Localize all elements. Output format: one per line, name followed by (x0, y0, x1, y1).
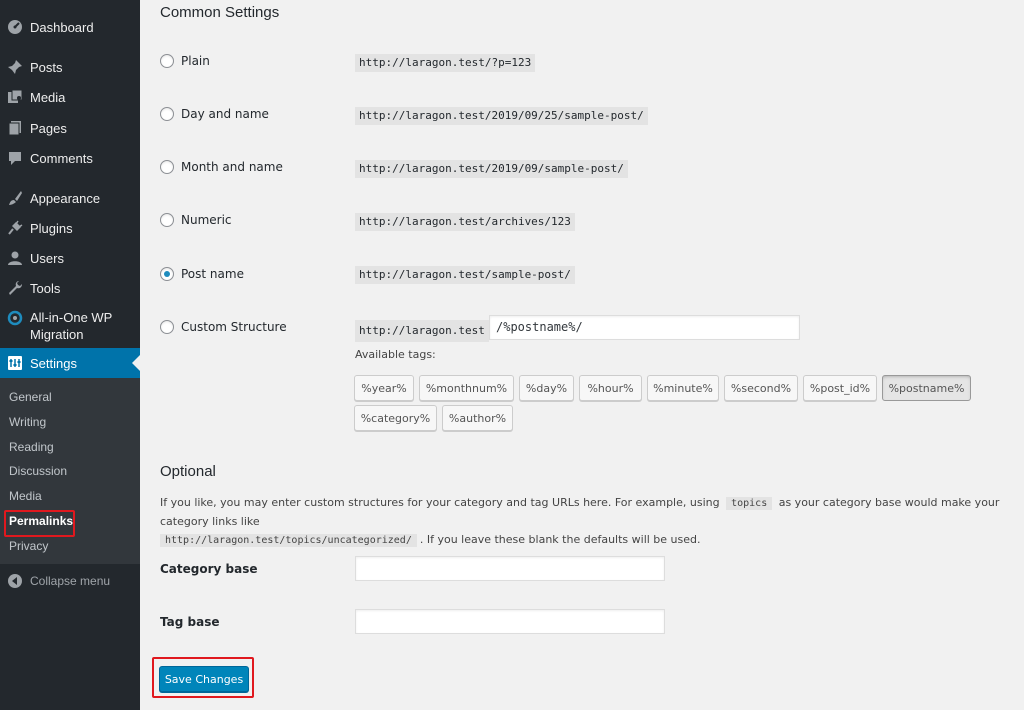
tag-button-hour[interactable]: %hour% (579, 375, 642, 401)
menu-item-pages[interactable]: Pages (0, 118, 140, 138)
desc-text-1: If you like, you may enter custom struct… (160, 496, 720, 509)
common-settings-heading: Common Settings (160, 4, 280, 21)
menu-item-tools[interactable]: Tools (0, 278, 140, 298)
tag-button-monthnum[interactable]: %monthnum% (419, 375, 514, 401)
menu-label: Users (30, 250, 64, 266)
tag-button-second[interactable]: %second% (724, 375, 798, 401)
comment-icon (6, 149, 24, 167)
permalinks-highlight-box (4, 510, 75, 537)
option-label-post-name[interactable]: Post name (181, 267, 244, 281)
collapse-menu-label: Collapse menu (30, 573, 111, 588)
category-base-label: Category base (160, 562, 258, 576)
option-label-custom-structure[interactable]: Custom Structure (181, 320, 287, 334)
menu-label: Settings (30, 355, 77, 371)
menu-label: Plugins (30, 220, 73, 236)
url-example-day-and-name: http://laragon.test/2019/09/25/sample-po… (355, 107, 648, 125)
menu-label: Pages (30, 120, 67, 136)
submenu-item-privacy[interactable]: Privacy (9, 539, 48, 553)
radio-post-name[interactable] (160, 267, 174, 281)
option-label-plain[interactable]: Plain (181, 54, 210, 68)
menu-label: Dashboard (30, 19, 94, 35)
radio-custom-structure[interactable] (160, 320, 174, 334)
save-changes-button[interactable]: Save Changes (159, 666, 249, 692)
migration-icon (6, 309, 24, 327)
menu-item-media[interactable]: Media (0, 87, 140, 107)
menu-item-dashboard[interactable]: Dashboard (0, 17, 140, 37)
tag-button-year[interactable]: %year% (354, 375, 414, 401)
settings-icon (6, 354, 24, 372)
option-label-numeric[interactable]: Numeric (181, 213, 232, 227)
collapse-icon (6, 572, 24, 590)
paintbrush-icon (6, 189, 24, 207)
tag-button-minute[interactable]: %minute% (647, 375, 719, 401)
user-icon (6, 249, 24, 267)
radio-day-and-name[interactable] (160, 107, 174, 121)
plugin-icon (6, 219, 24, 237)
menu-item-appearance[interactable]: Appearance (0, 188, 140, 208)
menu-label-line2: Migration (30, 327, 84, 342)
optional-description: If you like, you may enter custom struct… (160, 494, 1020, 550)
optional-heading: Optional (160, 463, 216, 480)
custom-structure-input[interactable]: /%postname%/ (489, 315, 800, 340)
admin-sidebar: Dashboard Posts Media Pages Comments App… (0, 0, 140, 710)
tag-button-author[interactable]: %author% (442, 405, 513, 431)
menu-label: Appearance (30, 190, 101, 206)
category-base-input[interactable] (355, 556, 665, 581)
menu-label: All-in-One WP (30, 310, 113, 325)
menu-item-settings[interactable]: Settings (0, 348, 140, 378)
menu-label: Comments (30, 150, 93, 166)
desc-text-3: . If you leave these blank the defaults … (419, 533, 701, 546)
dashboard-icon (6, 18, 24, 36)
tag-button-postname[interactable]: %postname% (882, 375, 971, 401)
menu-label: Media (30, 89, 66, 105)
option-label-month-and-name[interactable]: Month and name (181, 160, 283, 174)
menu-item-all-in-one-wp-migration[interactable]: All-in-One WP Migration (0, 308, 140, 342)
submenu-item-reading[interactable]: Reading (9, 440, 54, 454)
submenu-item-discussion[interactable]: Discussion (9, 464, 67, 478)
page-icon (6, 119, 24, 137)
tag-button-post-id[interactable]: %post_id% (803, 375, 877, 401)
url-example-numeric: http://laragon.test/archives/123 (355, 213, 575, 231)
submenu-item-writing[interactable]: Writing (9, 415, 46, 429)
tag-base-input[interactable] (355, 609, 665, 634)
available-tags-label: Available tags: (355, 348, 436, 361)
tag-button-day[interactable]: %day% (519, 375, 574, 401)
tag-button-category[interactable]: %category% (354, 405, 437, 431)
url-example-plain: http://laragon.test/?p=123 (355, 54, 536, 72)
collapse-menu-button[interactable]: Collapse menu (0, 571, 140, 591)
submenu-item-media[interactable]: Media (9, 489, 42, 503)
menu-item-posts[interactable]: Posts (0, 57, 140, 77)
wrench-icon (6, 279, 24, 297)
desc-code-topics: topics (726, 497, 773, 510)
media-icon (6, 88, 24, 106)
tag-base-label: Tag base (160, 615, 220, 629)
radio-month-and-name[interactable] (160, 160, 174, 174)
url-example-month-and-name: http://laragon.test/2019/09/sample-post/ (355, 160, 628, 178)
pin-icon (6, 58, 24, 76)
menu-item-users[interactable]: Users (0, 248, 140, 268)
radio-plain[interactable] (160, 54, 174, 68)
menu-item-comments[interactable]: Comments (0, 148, 140, 168)
menu-label: Tools (30, 280, 61, 296)
desc-code-example-url: http://laragon.test/topics/uncategorized… (160, 534, 417, 547)
menu-label: Posts (30, 59, 63, 75)
option-label-day-and-name[interactable]: Day and name (181, 107, 269, 121)
radio-numeric[interactable] (160, 213, 174, 227)
custom-structure-prefix: http://laragon.test (355, 320, 489, 342)
url-example-post-name: http://laragon.test/sample-post/ (355, 266, 575, 284)
submenu-item-general[interactable]: General (9, 390, 52, 404)
menu-item-plugins[interactable]: Plugins (0, 218, 140, 238)
